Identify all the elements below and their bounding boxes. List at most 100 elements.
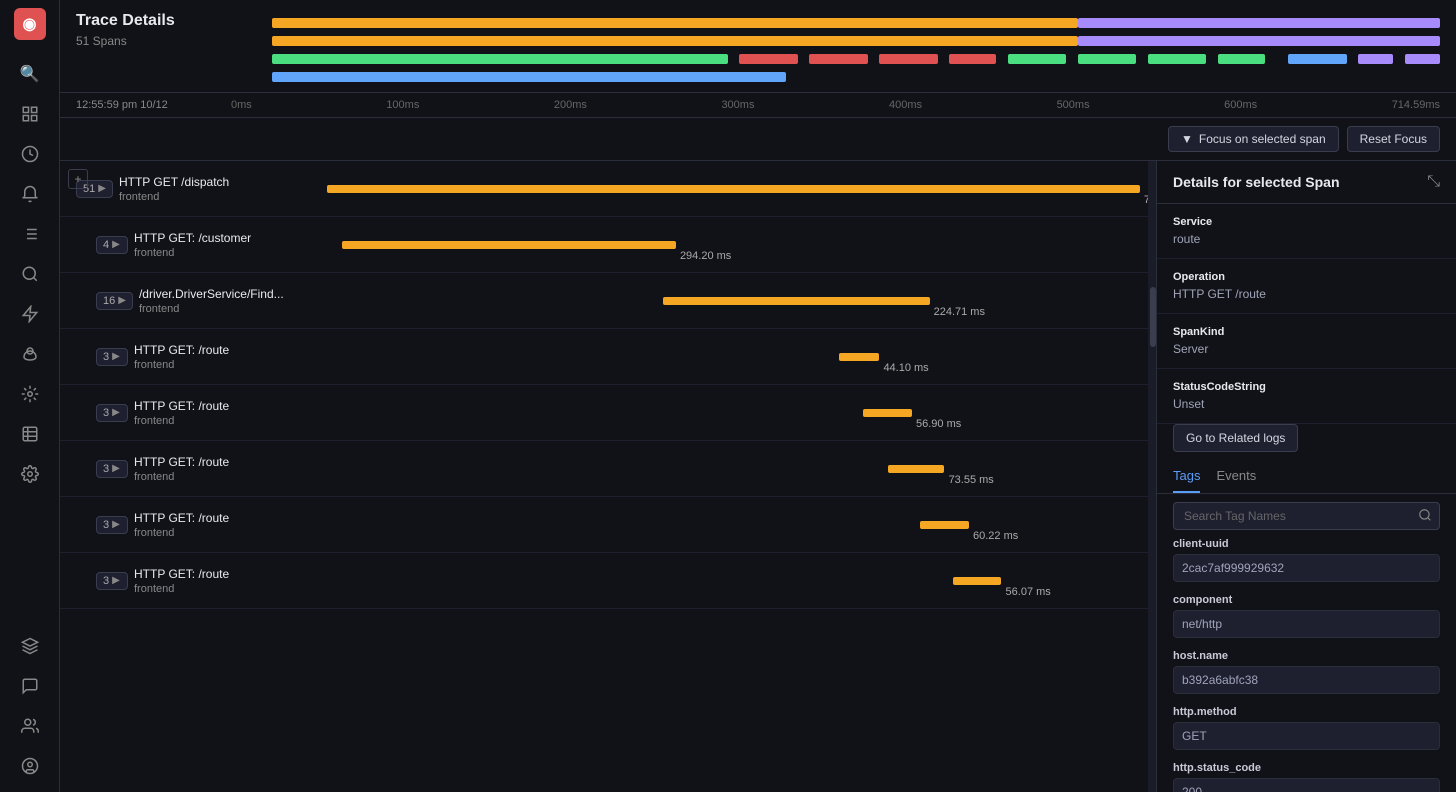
span-count-badge[interactable]: 3 ▶ <box>96 572 128 590</box>
span-service: frontend <box>139 303 339 315</box>
chevron-icon[interactable]: ▶ <box>112 519 120 530</box>
chevron-icon[interactable]: ▶ <box>112 463 120 474</box>
app-logo[interactable]: ◉ <box>14 8 46 40</box>
tag-value[interactable]: b392a6abfc38 <box>1173 666 1440 694</box>
span-name: HTTP GET: /route <box>134 567 334 581</box>
sidebar-item-profile[interactable] <box>12 748 48 784</box>
span-row[interactable]: 4 ▶ HTTP GET: /customer frontend 294.20 … <box>60 217 1156 273</box>
span-count-badge[interactable]: 16 ▶ <box>96 292 133 310</box>
span-count-badge[interactable]: 3 ▶ <box>96 516 128 534</box>
span-count-badge[interactable]: 3 ▶ <box>96 404 128 422</box>
status-section: StatusCodeString Unset <box>1157 369 1456 424</box>
sidebar-item-list[interactable] <box>12 216 48 252</box>
reset-focus-button[interactable]: Reset Focus <box>1347 126 1440 152</box>
span-count-badge[interactable]: 3 ▶ <box>96 348 128 366</box>
span-duration: 44.10 ms <box>883 362 928 374</box>
trace-overview <box>272 12 1440 84</box>
span-row[interactable]: 3 ▶ HTTP GET: /route frontend 56.07 ms <box>60 553 1156 609</box>
chevron-icon[interactable]: ▶ <box>112 575 120 586</box>
tag-name: http.status_code <box>1173 762 1440 774</box>
service-value: route <box>1173 232 1440 246</box>
span-info: HTTP GET: /route frontend <box>134 343 334 371</box>
span-name: HTTP GET /dispatch <box>119 175 319 189</box>
span-duration: 56.07 ms <box>1006 586 1051 598</box>
span-row[interactable]: 3 ▶ HTTP GET: /route frontend 60.22 ms <box>60 497 1156 553</box>
tags-list: client-uuid 2cac7af999929632 component n… <box>1157 538 1456 792</box>
span-duration: 224.71 ms <box>934 306 985 318</box>
span-bar-inner <box>839 353 880 361</box>
span-service: frontend <box>134 583 334 595</box>
span-service: frontend <box>134 527 334 539</box>
search-tag-input[interactable] <box>1173 502 1440 530</box>
span-row[interactable]: 16 ▶ /driver.DriverService/Find... front… <box>60 273 1156 329</box>
sidebar-item-alerts[interactable] <box>12 176 48 212</box>
chevron-icon[interactable]: ▶ <box>98 183 106 194</box>
span-info: HTTP GET: /route frontend <box>134 399 334 427</box>
tick-4: 400ms <box>889 99 922 111</box>
span-row[interactable]: 51 ▶ HTTP GET /dispatch frontend 714.21 … <box>60 161 1156 217</box>
main-content: Trace Details 51 Spans <box>60 0 1456 792</box>
sidebar-item-settings[interactable] <box>12 456 48 492</box>
span-count-badge[interactable]: 3 ▶ <box>96 460 128 478</box>
sidebar-item-plugins[interactable] <box>12 296 48 332</box>
chevron-icon[interactable]: ▶ <box>112 407 120 418</box>
span-bar <box>663 297 930 305</box>
chevron-icon[interactable]: ▶ <box>112 239 120 250</box>
sidebar-item-service[interactable] <box>12 376 48 412</box>
sidebar-item-layers[interactable] <box>12 628 48 664</box>
tag-group: client-uuid 2cac7af999929632 <box>1173 538 1440 582</box>
focus-selected-span-button[interactable]: ▼ Focus on selected span <box>1168 126 1339 152</box>
tick-6: 600ms <box>1224 99 1257 111</box>
panel-tabs: Tags Events <box>1157 460 1456 494</box>
span-bar-inner <box>327 185 1139 193</box>
panel-expand-icon[interactable]: ⤡ <box>1427 173 1440 191</box>
span-name: HTTP GET: /route <box>134 399 334 413</box>
chevron-icon[interactable]: ▶ <box>112 351 120 362</box>
span-service: frontend <box>134 471 334 483</box>
sidebar-item-dashboard[interactable] <box>12 96 48 132</box>
sidebar-item-table[interactable] <box>12 416 48 452</box>
timeline-ticks: 0ms 100ms 200ms 300ms 400ms 500ms 600ms … <box>231 99 1440 111</box>
span-bar-inner <box>663 297 930 305</box>
sidebar-item-search[interactable]: 🔍 <box>12 56 48 92</box>
spankind-value: Server <box>1173 342 1440 356</box>
sidebar-item-users[interactable] <box>12 708 48 744</box>
spankind-label: SpanKind <box>1173 326 1440 338</box>
focus-toolbar: ▼ Focus on selected span Reset Focus <box>60 118 1456 161</box>
span-info: HTTP GET: /customer frontend <box>134 231 334 259</box>
sidebar-item-query[interactable] <box>12 256 48 292</box>
tag-name: client-uuid <box>1173 538 1440 550</box>
related-logs-button[interactable]: Go to Related logs <box>1173 424 1298 452</box>
sidebar-item-bugs[interactable] <box>12 336 48 372</box>
tick-0: 0ms <box>231 99 252 111</box>
span-row[interactable]: 3 ▶ HTTP GET: /route frontend 44.10 ms <box>60 329 1156 385</box>
tab-events[interactable]: Events <box>1216 460 1256 493</box>
tick-1: 100ms <box>386 99 419 111</box>
expand-icon[interactable]: + <box>68 169 88 189</box>
span-bar <box>863 409 912 417</box>
trace-timestamp: 12:55:59 pm 10/12 <box>76 99 231 111</box>
scrollbar-thumb[interactable] <box>1150 287 1156 347</box>
tag-value[interactable]: 200 <box>1173 778 1440 792</box>
span-count-badge[interactable]: 4 ▶ <box>96 236 128 254</box>
span-bar-inner <box>342 241 676 249</box>
search-tag-icon[interactable] <box>1418 508 1432 525</box>
span-bar-inner <box>888 465 945 473</box>
sidebar-item-chat[interactable] <box>12 668 48 704</box>
filter-icon: ▼ <box>1181 132 1193 146</box>
span-timeline: 44.10 ms <box>334 329 1148 384</box>
tab-tags[interactable]: Tags <box>1173 460 1200 493</box>
tag-group: http.method GET <box>1173 706 1440 750</box>
span-timeline: 56.90 ms <box>334 385 1148 440</box>
span-row[interactable]: 3 ▶ HTTP GET: /route frontend 73.55 ms <box>60 441 1156 497</box>
tag-value[interactable]: net/http <box>1173 610 1440 638</box>
tag-value[interactable]: GET <box>1173 722 1440 750</box>
chevron-icon[interactable]: ▶ <box>118 295 126 306</box>
span-row[interactable]: 3 ▶ HTTP GET: /route frontend 56.90 ms <box>60 385 1156 441</box>
span-list[interactable]: 51 ▶ HTTP GET /dispatch frontend 714.21 … <box>60 161 1156 792</box>
tag-value[interactable]: 2cac7af999929632 <box>1173 554 1440 582</box>
tag-group: http.status_code 200 <box>1173 762 1440 792</box>
panel-title: Details for selected Span <box>1173 174 1340 190</box>
sidebar-item-explore[interactable] <box>12 136 48 172</box>
tag-group: component net/http <box>1173 594 1440 638</box>
